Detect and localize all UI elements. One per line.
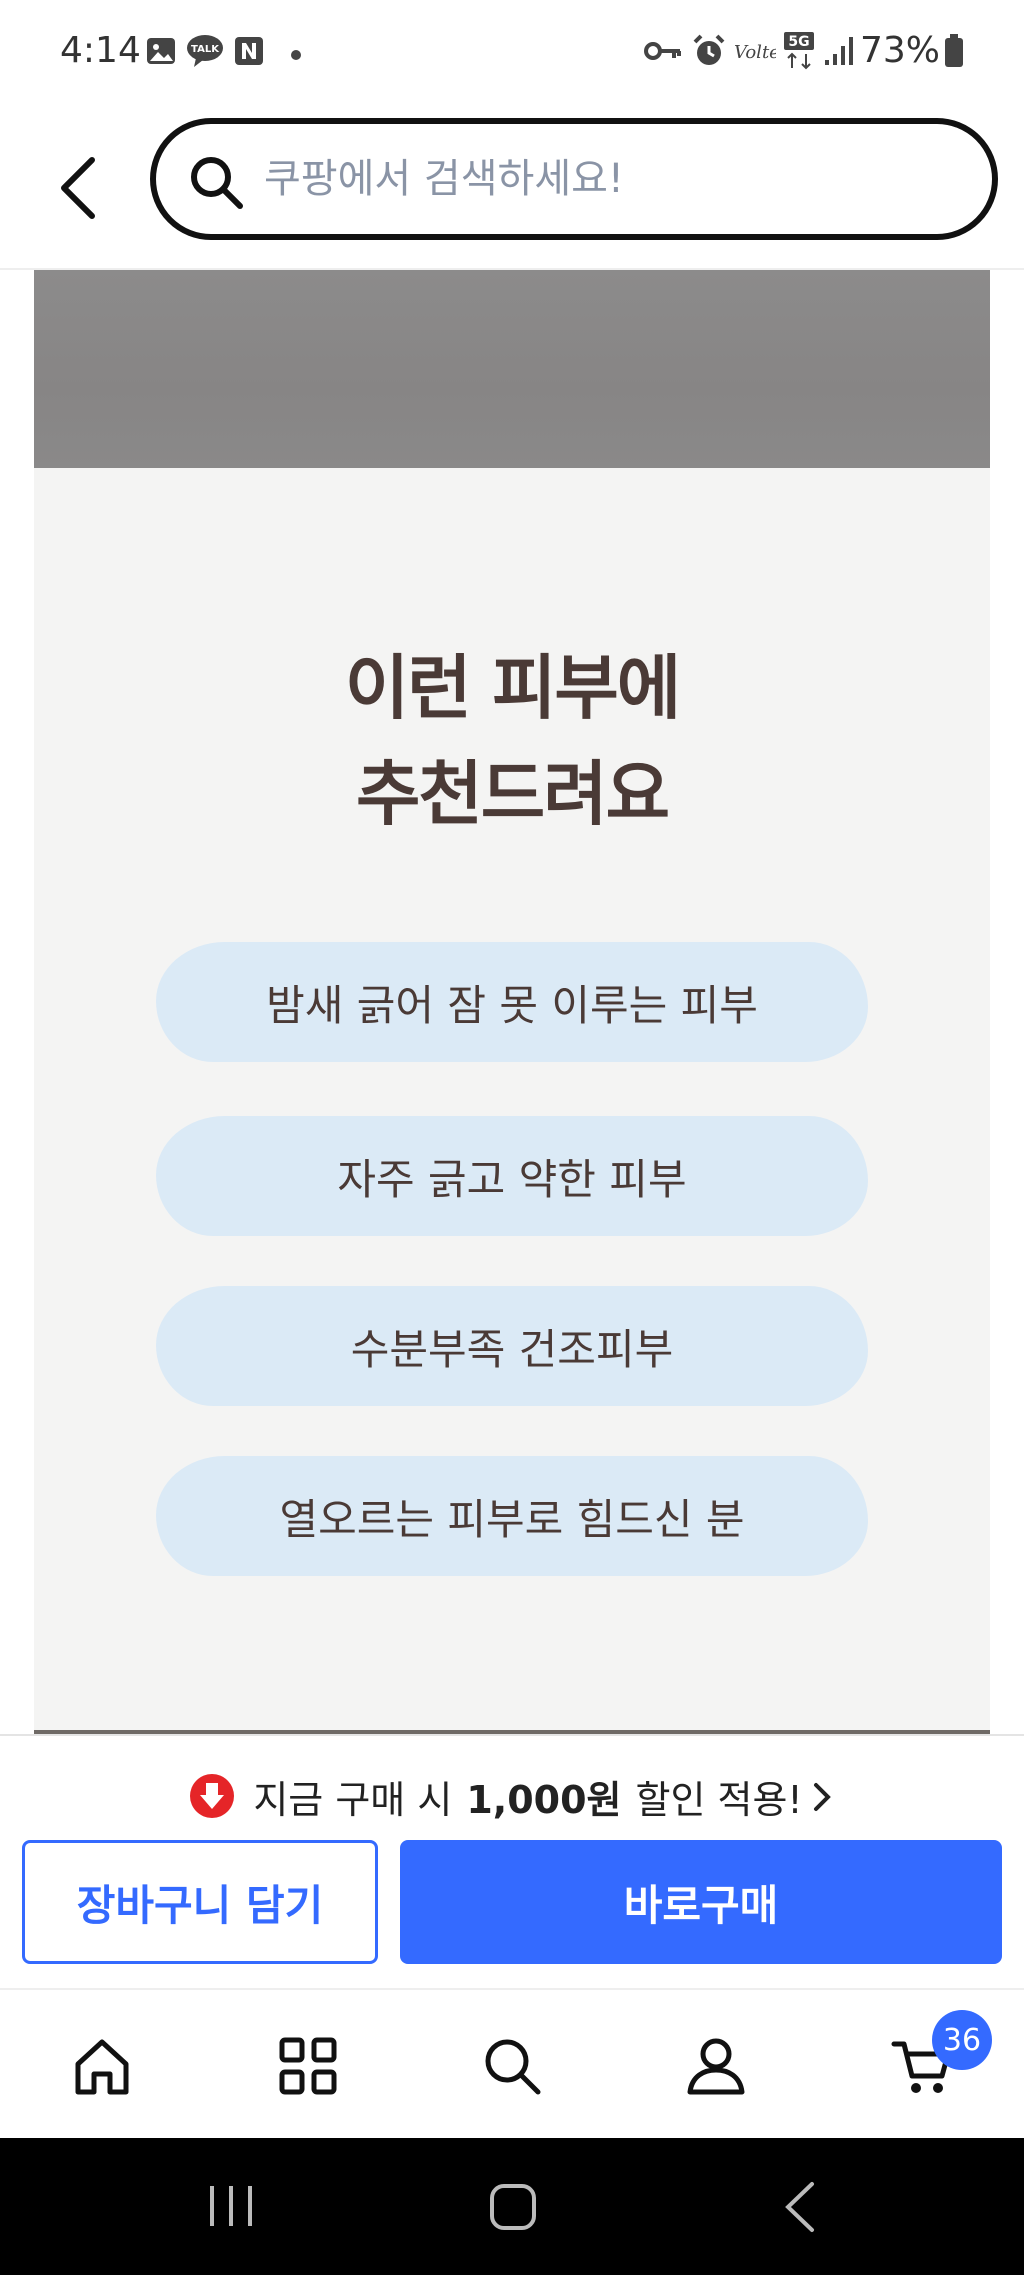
- svg-text:5G: 5G: [788, 34, 809, 50]
- volte-icon: Volte: [734, 38, 780, 68]
- battery-icon: [944, 34, 964, 72]
- purchase-bar: 지금 구매 시 1,000원 할인 적용! 장바구니 담기 바로구매: [0, 1734, 1024, 1988]
- down-arrow-icon: [189, 1773, 235, 1819]
- section-title: 이런 피부에 추천드려요: [34, 635, 990, 847]
- status-bar: 4:14 TALK Volte 5G 73%: [0, 0, 1024, 104]
- android-nav-bar: [0, 2138, 1024, 2275]
- skin-type-pill: 열오르는 피부로 힘드신 분: [156, 1456, 868, 1576]
- bottom-nav: 36: [0, 1988, 1024, 2138]
- home-button[interactable]: [478, 2174, 548, 2240]
- home-icon: [75, 2039, 129, 2095]
- key-icon: [644, 40, 682, 66]
- svg-text:Volte: Volte: [734, 42, 776, 63]
- my-account-icon: [687, 2038, 745, 2095]
- nav-search[interactable]: [472, 2026, 552, 2106]
- 5g-icon: 5G: [782, 30, 816, 74]
- buy-now-button[interactable]: 바로구매: [400, 1840, 1002, 1964]
- nav-my-account[interactable]: [676, 2026, 756, 2106]
- alarm-icon: [692, 34, 726, 72]
- home-button-icon: [490, 2184, 536, 2230]
- search-box[interactable]: [150, 118, 998, 240]
- section-title-line2: 추천드려요: [356, 753, 670, 835]
- promo-amount: 1,000원: [466, 1777, 622, 1822]
- system-back-button[interactable]: [766, 2174, 836, 2240]
- signal-icon: [824, 34, 856, 70]
- nav-home[interactable]: [62, 2026, 142, 2106]
- chevron-left-icon: [61, 157, 95, 219]
- battery-percent: 73%: [859, 30, 940, 71]
- categories-icon: [279, 2037, 337, 2095]
- cart-count-badge: 36: [932, 2010, 992, 2070]
- status-time: 4:14: [60, 30, 141, 71]
- section-title-line1: 이런 피부에: [344, 647, 681, 729]
- recent-apps-button[interactable]: [196, 2176, 266, 2236]
- back-icon: [785, 2182, 814, 2232]
- search-icon: [188, 154, 244, 210]
- add-to-cart-button[interactable]: 장바구니 담기: [22, 1840, 378, 1964]
- product-detail-content: 이런 피부에 추천드려요 밤새 긁어 잠 못 이루는 피부 자주 긁고 약한 피…: [34, 270, 990, 1734]
- search-header: [0, 104, 1024, 270]
- skin-type-pill: 밤새 긁어 잠 못 이루는 피부: [156, 942, 868, 1062]
- gallery-icon: [146, 36, 176, 70]
- chevron-right-icon: [809, 1779, 835, 1813]
- search-input[interactable]: [264, 146, 944, 212]
- skin-type-pill: 자주 긁고 약한 피부: [156, 1116, 868, 1236]
- back-button[interactable]: [50, 148, 110, 228]
- promo-banner[interactable]: 지금 구매 시 1,000원 할인 적용!: [0, 1766, 1024, 1826]
- svg-text:TALK: TALK: [191, 44, 220, 55]
- recent-apps-icon: [210, 2186, 252, 2226]
- dot-icon: [290, 46, 302, 65]
- kakaotalk-icon: TALK: [186, 34, 224, 72]
- search-icon: [485, 2039, 541, 2095]
- naver-icon: [234, 36, 264, 70]
- promo-suffix: 할인 적용!: [635, 1777, 803, 1822]
- product-photo: [34, 270, 990, 468]
- nav-categories[interactable]: [268, 2026, 348, 2106]
- skin-type-pill: 수분부족 건조피부: [156, 1286, 868, 1406]
- promo-prefix: 지금 구매 시: [253, 1777, 453, 1822]
